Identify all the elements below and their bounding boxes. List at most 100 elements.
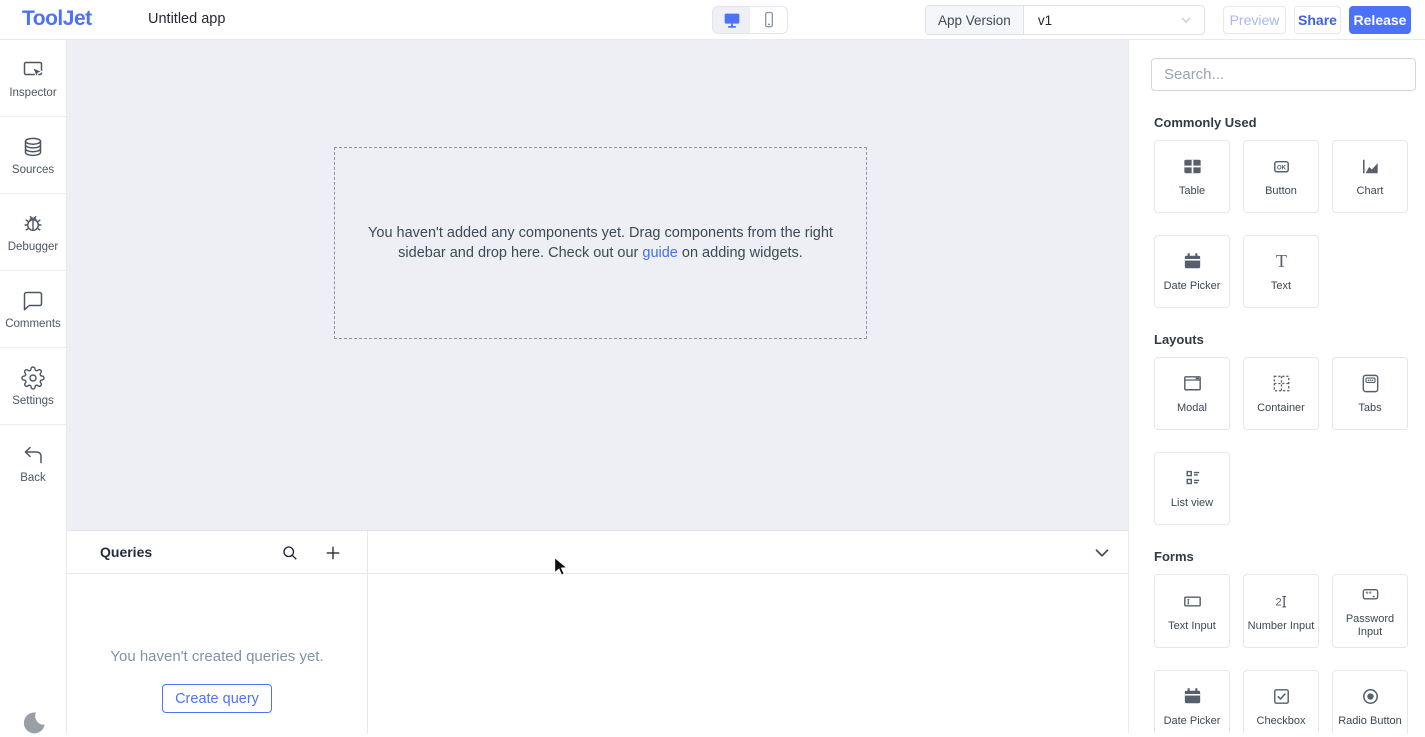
- query-search-icon[interactable]: [279, 542, 301, 564]
- sidebar-item-label: Back: [20, 472, 46, 484]
- widget-card-button[interactable]: OK Button: [1243, 140, 1319, 213]
- app-canvas[interactable]: You haven't added any components yet. Dr…: [67, 40, 1128, 530]
- sidebar-item-label: Settings: [12, 395, 54, 407]
- mobile-icon: [759, 10, 779, 30]
- widget-search-input[interactable]: [1151, 58, 1416, 91]
- widget-label: Button: [1265, 185, 1297, 198]
- section-title-layouts: Layouts: [1154, 332, 1425, 347]
- sidebar-item-back[interactable]: Back: [0, 425, 66, 502]
- widget-label: Modal: [1177, 402, 1207, 415]
- svg-text:**: **: [1365, 590, 1372, 599]
- tooljet-logo[interactable]: ToolJet: [22, 7, 92, 31]
- sidebar-item-comments[interactable]: Comments: [0, 271, 66, 348]
- text-icon: T: [1270, 250, 1293, 273]
- widget-card-date-picker-forms[interactable]: Date Picker: [1154, 670, 1230, 733]
- create-query-button[interactable]: Create query: [162, 684, 272, 713]
- widget-grid-layouts: Modal Container Tabs List view: [1154, 357, 1425, 525]
- widget-card-text-input[interactable]: Text Input: [1154, 574, 1230, 648]
- add-query-icon[interactable]: [322, 542, 344, 564]
- guide-link[interactable]: guide: [642, 245, 677, 261]
- widget-card-date-picker[interactable]: Date Picker: [1154, 235, 1230, 308]
- sidebar-item-sources[interactable]: Sources: [0, 117, 66, 194]
- settings-icon: [21, 366, 45, 390]
- widget-sidebar: Commonly Used Table OK Button Chart Date…: [1128, 40, 1425, 733]
- queries-empty-message: You haven't created queries yet.: [67, 648, 367, 665]
- widget-label: Chart: [1357, 185, 1384, 198]
- widget-label: Checkbox: [1257, 715, 1306, 728]
- app-title[interactable]: Untitled app: [148, 11, 225, 27]
- widget-card-checkbox[interactable]: Checkbox: [1243, 670, 1319, 733]
- app-version-select[interactable]: App Version v1: [925, 5, 1205, 35]
- widget-card-modal[interactable]: Modal: [1154, 357, 1230, 430]
- collapse-panel-chevron-icon[interactable]: [1090, 542, 1114, 564]
- debugger-icon: [21, 212, 45, 236]
- widget-card-chart[interactable]: Chart: [1332, 140, 1408, 213]
- sidebar-item-settings[interactable]: Settings: [0, 348, 66, 425]
- widget-grid-commonly-used: Table OK Button Chart Date Picker T Text: [1154, 140, 1425, 308]
- sidebar-item-label: Inspector: [9, 87, 56, 99]
- sources-icon: [21, 135, 45, 159]
- widget-label: Date Picker: [1164, 715, 1221, 728]
- left-sidebar: Inspector Sources Debugger Comments Sett…: [0, 40, 67, 733]
- section-title-commonly-used: Commonly Used: [1154, 115, 1425, 130]
- modal-icon: [1181, 372, 1204, 395]
- svg-text:T: T: [1275, 251, 1286, 271]
- back-icon: [21, 443, 45, 467]
- widget-card-number-input[interactable]: 2 Number Input: [1243, 574, 1319, 648]
- query-panel-divider: [367, 531, 368, 734]
- inspector-icon: [21, 58, 45, 82]
- app-header: ToolJet Untitled app App Version v1 Prev…: [0, 0, 1425, 40]
- widget-label: Tabs: [1358, 402, 1381, 415]
- widget-label: Password Input: [1335, 613, 1405, 639]
- radiobutton-icon: [1359, 685, 1382, 708]
- widget-label: Table: [1179, 185, 1205, 198]
- sidebar-item-inspector[interactable]: Inspector: [0, 40, 66, 117]
- svg-text:OK: OK: [1277, 165, 1287, 171]
- chevron-down-icon: [1178, 6, 1204, 34]
- widget-label: Container: [1257, 402, 1305, 415]
- comments-icon: [21, 289, 45, 313]
- empty-canvas-drop-zone[interactable]: You haven't added any components yet. Dr…: [334, 147, 867, 339]
- release-button[interactable]: Release: [1349, 6, 1411, 34]
- passwordinput-icon: **: [1359, 583, 1382, 606]
- textinput-icon: [1181, 590, 1204, 613]
- device-layout-toggle: [712, 6, 788, 34]
- desktop-layout-button[interactable]: [713, 7, 750, 33]
- widget-card-tabs[interactable]: Tabs: [1332, 357, 1408, 430]
- app-version-value: v1: [1024, 6, 1178, 34]
- empty-canvas-message: You haven't added any components yet. Dr…: [362, 223, 840, 263]
- datepicker-icon: [1181, 685, 1204, 708]
- mobile-layout-button[interactable]: [750, 7, 787, 33]
- widget-card-container[interactable]: Container: [1243, 357, 1319, 430]
- listview-icon: [1181, 467, 1204, 490]
- widget-label: Date Picker: [1164, 280, 1221, 293]
- widget-label: Number Input: [1248, 620, 1315, 633]
- chart-icon: [1359, 155, 1382, 178]
- widget-card-table[interactable]: Table: [1154, 140, 1230, 213]
- query-panel: Queries You haven't created queries yet.…: [67, 530, 1128, 733]
- widget-label: Text Input: [1168, 620, 1216, 633]
- checkbox-icon: [1270, 685, 1293, 708]
- queries-title: Queries: [100, 544, 152, 560]
- datepicker-icon: [1181, 250, 1204, 273]
- widget-card-radio-button[interactable]: Radio Button: [1332, 670, 1408, 733]
- query-panel-header: Queries: [67, 531, 1128, 574]
- widget-card-list-view[interactable]: List view: [1154, 452, 1230, 525]
- table-icon: [1181, 155, 1204, 178]
- sidebar-item-label: Debugger: [8, 241, 59, 253]
- share-button[interactable]: Share: [1294, 6, 1341, 34]
- preview-button[interactable]: Preview: [1223, 6, 1286, 34]
- widget-card-password-input[interactable]: ** Password Input: [1332, 574, 1408, 648]
- widget-label: Text: [1271, 280, 1291, 293]
- widget-grid-forms: Text Input 2 Number Input ** Password In…: [1154, 574, 1425, 733]
- desktop-icon: [721, 9, 743, 31]
- sidebar-item-label: Sources: [12, 164, 54, 176]
- tabs-icon: [1359, 372, 1382, 395]
- section-title-forms: Forms: [1154, 549, 1425, 564]
- container-icon: [1270, 372, 1293, 395]
- widget-card-text[interactable]: T Text: [1243, 235, 1319, 308]
- button-icon: OK: [1270, 155, 1293, 178]
- widget-label: List view: [1171, 497, 1213, 510]
- svg-text:2: 2: [1275, 596, 1281, 608]
- sidebar-item-debugger[interactable]: Debugger: [0, 194, 66, 271]
